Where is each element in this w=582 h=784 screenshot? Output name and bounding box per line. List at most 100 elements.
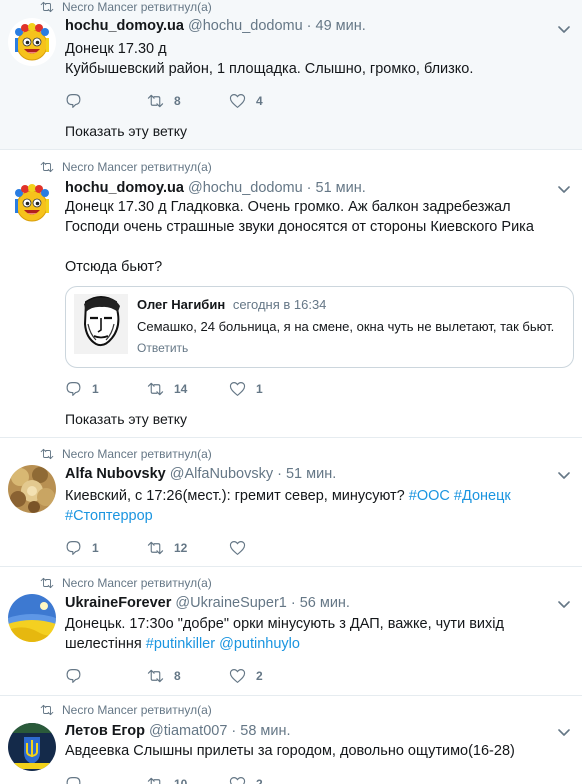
tweet-header: UkraineForever @UkraineSuper1 · 56 мин. <box>65 595 350 611</box>
timestamp[interactable]: · 51 мин. <box>307 180 366 196</box>
retweet-icon <box>40 448 62 460</box>
hashtag-link[interactable]: #Донецк <box>454 488 511 504</box>
tweet-text-line: Донецк 17.30 д Гладковка. Очень громко. … <box>65 199 511 215</box>
retweeted-by-text[interactable]: Necro Mancer ретвитнул(а) <box>62 160 212 174</box>
heart-icon <box>229 540 246 556</box>
tweet-actions: 8 4 <box>65 93 311 109</box>
retweet-count: 14 <box>174 382 188 396</box>
tweet-3[interactable]: Necro Mancer ретвитнул(а) Alfa Nubovsky … <box>0 439 582 567</box>
chevron-down-icon[interactable] <box>558 601 570 613</box>
timestamp[interactable]: · 51 мин. <box>277 466 336 482</box>
like-button[interactable]: 4 <box>229 93 311 109</box>
timeline-feed: Necro Mancer ретвитнул(а) hochu_domoy.ua… <box>0 0 582 784</box>
heart-icon <box>229 668 246 684</box>
retweet-button[interactable]: 8 <box>147 93 229 109</box>
reply-icon <box>65 381 82 397</box>
retweet-button[interactable]: 12 <box>147 540 229 556</box>
text-segment: Киевский, с 17:26(мест.): гремит север, … <box>65 488 409 504</box>
retweet-button[interactable]: 14 <box>147 381 229 397</box>
quoted-tweet-header: Олег Нагибин сегодня в 16:34 <box>137 297 326 312</box>
tweet-actions: 10 2 <box>65 776 311 784</box>
tweet-header: hochu_domoy.ua @hochu_dodomu · 51 мин. <box>65 180 366 196</box>
timestamp[interactable]: · 49 мин. <box>307 18 366 34</box>
reply-button[interactable]: 1 <box>65 381 147 397</box>
like-count: 4 <box>256 94 263 108</box>
reply-button[interactable] <box>65 93 147 109</box>
tweet-1[interactable]: Necro Mancer ретвитнул(а) hochu_domoy.ua… <box>0 0 582 150</box>
avatar[interactable] <box>8 18 56 66</box>
tweet-text-line: шелестіння #putinkiller @putinhuylo <box>65 634 570 654</box>
tweet-4[interactable]: Necro Mancer ретвитнул(а) UkraineForever… <box>0 568 582 696</box>
username[interactable]: @AlfaNubovsky <box>170 466 273 482</box>
retweet-context: Necro Mancer ретвитнул(а) <box>40 160 212 174</box>
timestamp[interactable]: · 56 мин. <box>291 595 350 611</box>
tweet-text-line: Господи очень страшные звуки доносятся о… <box>65 219 534 235</box>
retweet-count: 10 <box>174 777 188 784</box>
retweeted-by-text[interactable]: Necro Mancer ретвитнул(а) <box>62 703 212 717</box>
hashtag-link[interactable]: #Стоптеррор <box>65 508 153 524</box>
retweet-context: Necro Mancer ретвитнул(а) <box>40 447 212 461</box>
avatar[interactable] <box>8 723 56 771</box>
reply-icon <box>65 668 82 684</box>
reply-icon <box>65 776 82 784</box>
retweet-button[interactable]: 10 <box>147 776 229 784</box>
tweet-2[interactable]: Necro Mancer ретвитнул(а) hochu_domoy.ua… <box>0 151 582 438</box>
retweeted-by-text[interactable]: Necro Mancer ретвитнул(а) <box>62 576 212 590</box>
display-name[interactable]: Летов Егор <box>65 723 145 739</box>
chevron-down-icon[interactable] <box>558 472 570 484</box>
username[interactable]: @tiamat007 <box>149 723 227 739</box>
retweeted-by-text[interactable]: Necro Mancer ретвитнул(а) <box>62 0 212 14</box>
username[interactable]: @hochu_dodomu <box>188 180 303 196</box>
show-thread-link[interactable]: Показать эту ветку <box>65 123 187 139</box>
tweet-5[interactable]: Necro Mancer ретвитнул(а) Летов Егор @ti… <box>0 697 582 784</box>
display-name[interactable]: Alfa Nubovsky <box>65 466 166 482</box>
reply-button[interactable] <box>65 668 147 684</box>
like-button[interactable]: 2 <box>229 668 311 684</box>
retweet-icon <box>147 93 164 109</box>
tweet-text-line <box>65 237 575 257</box>
hashtag-link[interactable]: #putinkiller <box>146 636 215 652</box>
retweet-icon <box>147 776 164 784</box>
tweet-text-line: Киевский, с 17:26(мест.): гремит север, … <box>65 486 570 506</box>
display-name[interactable]: hochu_domoy.ua <box>65 180 184 196</box>
like-button[interactable]: 1 <box>229 381 311 397</box>
tweet-header: Alfa Nubovsky @AlfaNubovsky · 51 мин. <box>65 466 336 482</box>
reply-button[interactable]: 1 <box>65 540 147 556</box>
like-count: 2 <box>256 669 263 683</box>
like-button[interactable]: 2 <box>229 776 311 784</box>
mention-link[interactable]: @putinhuylo <box>219 636 300 652</box>
display-name[interactable]: UkraineForever <box>65 595 171 611</box>
tweet-text: Авдеевка Слышны прилеты за городом, дово… <box>65 741 570 761</box>
tweet-text: Киевский, с 17:26(мест.): гремит север, … <box>65 486 570 526</box>
retweet-context: Necro Mancer ретвитнул(а) <box>40 703 212 717</box>
quoted-tweet[interactable]: Олег Нагибин сегодня в 16:34 Семашко, 24… <box>65 286 574 368</box>
heart-icon <box>229 93 246 109</box>
quoted-reply-link[interactable]: Ответить <box>137 341 188 355</box>
chevron-down-icon[interactable] <box>558 729 570 741</box>
like-count: 1 <box>256 382 263 396</box>
username[interactable]: @UkraineSuper1 <box>175 595 286 611</box>
tweet-text-line: Донецьк. 17:30о "добре" орки мінусують з… <box>65 616 504 632</box>
avatar[interactable] <box>8 594 56 642</box>
avatar[interactable] <box>8 465 56 513</box>
display-name[interactable]: hochu_domoy.ua <box>65 18 184 34</box>
reply-icon <box>65 93 82 109</box>
retweet-button[interactable]: 8 <box>147 668 229 684</box>
retweet-count: 12 <box>174 541 188 555</box>
hashtag-link[interactable]: #ООС <box>409 488 450 504</box>
chevron-down-icon[interactable] <box>558 26 570 38</box>
tweet-text-line: Донецк 17.30 д <box>65 41 167 57</box>
text-segment: шелестіння <box>65 636 146 652</box>
retweeted-by-text[interactable]: Necro Mancer ретвитнул(а) <box>62 447 212 461</box>
timestamp[interactable]: · 58 мин. <box>231 723 290 739</box>
like-button[interactable] <box>229 540 311 556</box>
tweet-actions: 8 2 <box>65 668 311 684</box>
avatar[interactable] <box>8 179 56 227</box>
tweet-text-line: #Стоптеррор <box>65 506 570 526</box>
show-thread-link[interactable]: Показать эту ветку <box>65 411 187 427</box>
retweet-icon <box>40 161 62 173</box>
username[interactable]: @hochu_dodomu <box>188 18 303 34</box>
quoted-timestamp: сегодня в 16:34 <box>232 297 327 312</box>
reply-button[interactable] <box>65 776 147 784</box>
tweet-actions: 1 12 <box>65 540 311 556</box>
